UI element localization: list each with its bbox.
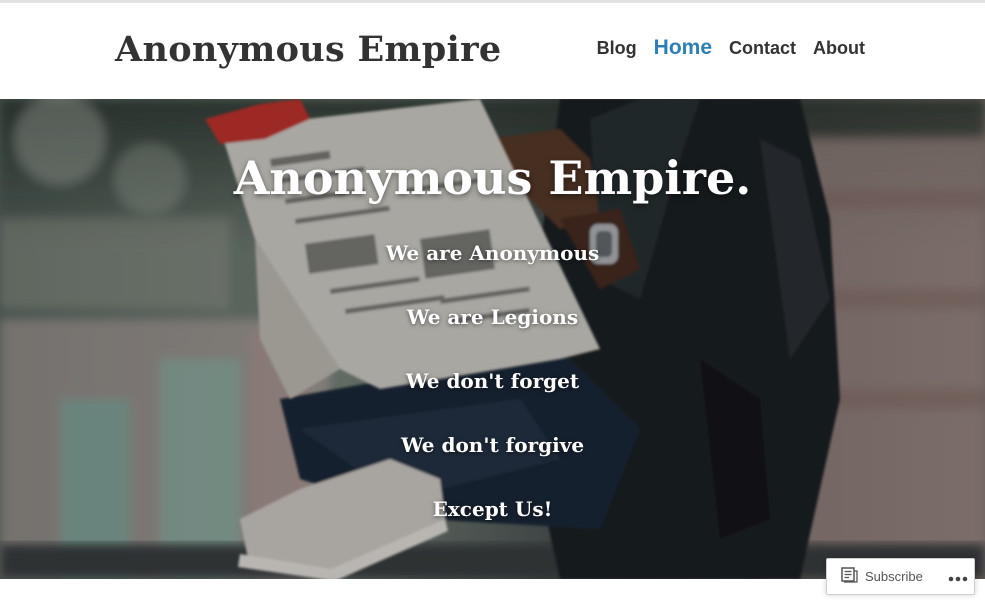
hero-line-4: We don't forgive <box>400 433 585 457</box>
ellipsis-icon <box>948 567 968 586</box>
hero-banner: Anonymous Empire. We are Anonymous We ar… <box>0 99 985 579</box>
hero-title: Anonymous Empire. <box>233 151 752 205</box>
subscribe-label: Subscribe <box>865 569 923 584</box>
nav-link-contact[interactable]: Contact <box>729 38 796 59</box>
reader-icon <box>841 567 858 586</box>
hero-line-3: We don't forget <box>405 369 580 393</box>
site-header: Anonymous Empire Blog Home Contact About <box>0 3 985 99</box>
nav-link-about[interactable]: About <box>813 38 865 59</box>
hero-content: Anonymous Empire. We are Anonymous We ar… <box>0 99 985 579</box>
main-navigation: Blog Home Contact About <box>597 36 865 60</box>
hero-line-1: We are Anonymous <box>385 241 600 265</box>
nav-link-blog[interactable]: Blog <box>597 38 637 59</box>
more-options-button[interactable] <box>942 559 974 594</box>
hero-line-5: Except Us! <box>432 497 553 521</box>
hero-line-2: We are Legions <box>406 305 579 329</box>
subscribe-button[interactable]: Subscribe <box>827 559 937 594</box>
site-title[interactable]: Anonymous Empire <box>115 29 501 70</box>
subscribe-bar: Subscribe <box>826 558 975 595</box>
nav-link-home[interactable]: Home <box>654 36 712 60</box>
